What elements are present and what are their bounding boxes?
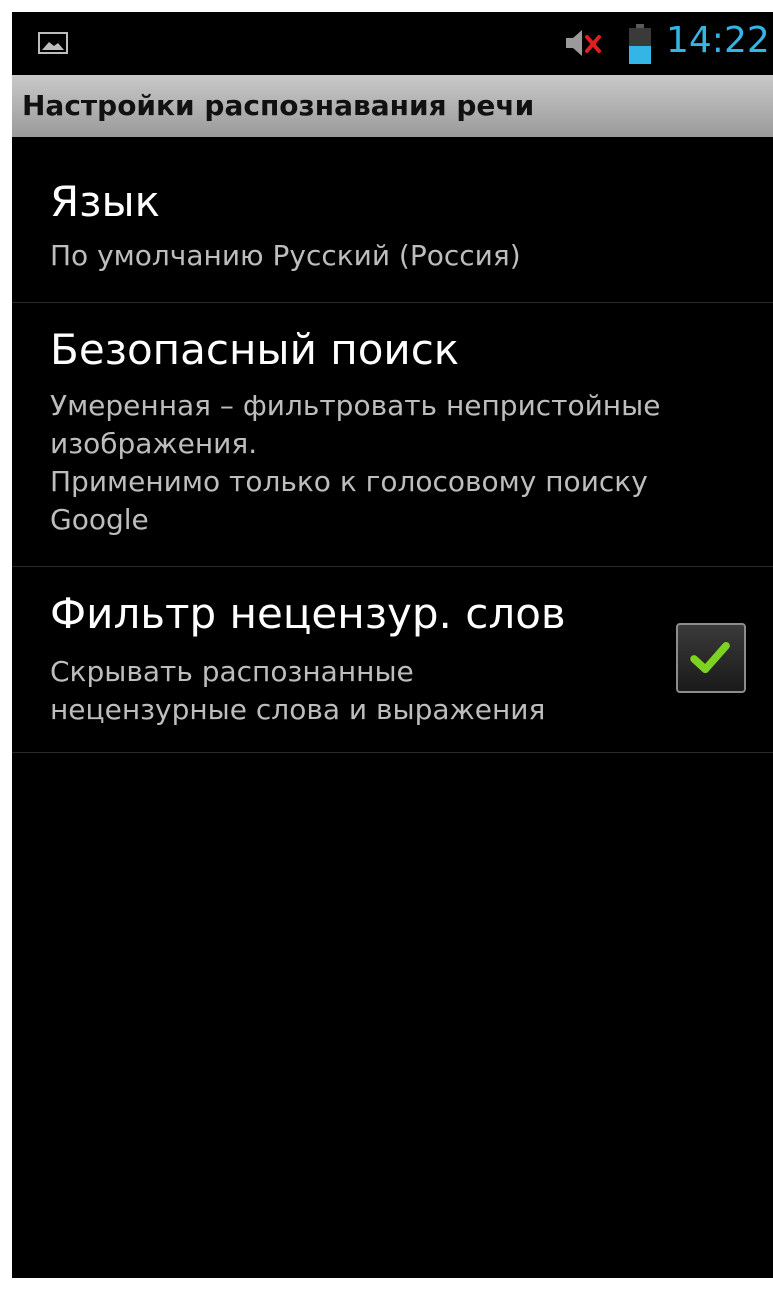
pref-language-title: Язык: [50, 177, 161, 226]
pref-safe-search-summary: Умеренная – фильтровать непристойные изо…: [50, 389, 661, 536]
title-bar: Настройки распознавания речи: [12, 75, 773, 137]
pref-profanity-filter[interactable]: Фильтр нецензур. слов Скрывать распознан…: [12, 567, 773, 753]
pref-language[interactable]: Язык По умолчанию Русский (Россия): [12, 137, 773, 303]
profanity-filter-checkbox[interactable]: [676, 623, 746, 693]
image-icon: [38, 32, 68, 54]
status-bar: 14:22: [12, 12, 773, 75]
pref-safe-search-title: Безопасный поиск: [50, 325, 460, 374]
battery-icon: [629, 24, 651, 64]
pref-profanity-filter-title: Фильтр нецензур. слов: [50, 589, 566, 638]
pref-profanity-filter-summary: Скрывать распознанные нецензурные слова …: [50, 655, 546, 726]
page-title: Настройки распознавания речи: [22, 89, 535, 122]
pref-safe-search[interactable]: Безопасный поиск Умеренная – фильтровать…: [12, 303, 773, 567]
volume-muted-icon: [566, 30, 601, 56]
pref-language-summary: По умолчанию Русский (Россия): [50, 239, 521, 272]
phone-screen: 14:22 Настройки распознавания речи Язык …: [12, 12, 773, 1278]
checkmark-icon: [690, 641, 730, 674]
status-time: 14:22: [666, 20, 770, 61]
